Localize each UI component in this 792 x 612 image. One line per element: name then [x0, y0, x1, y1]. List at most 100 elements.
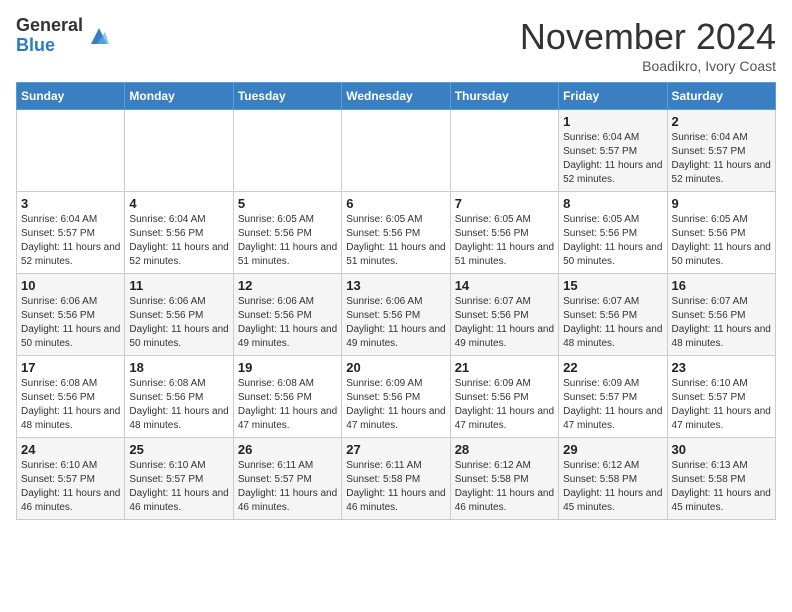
calendar-week-row: 1 Sunrise: 6:04 AM Sunset: 5:57 PM Daylig… — [17, 110, 776, 192]
day-info: Sunrise: 6:04 AM Sunset: 5:56 PM Dayligh… — [129, 213, 228, 269]
calendar-day-cell: 24 Sunrise: 6:10 AM Sunset: 5:57 PM Dayli… — [17, 438, 125, 520]
day-info: Sunrise: 6:12 AM Sunset: 5:58 PM Dayligh… — [455, 459, 554, 515]
day-info: Sunrise: 6:13 AM Sunset: 5:58 PM Dayligh… — [672, 459, 771, 515]
calendar-body: 1 Sunrise: 6:04 AM Sunset: 5:57 PM Daylig… — [17, 110, 776, 520]
day-number: 25 — [129, 442, 228, 457]
calendar-day-cell: 6 Sunrise: 6:05 AM Sunset: 5:56 PM Daylig… — [342, 192, 450, 274]
location-subtitle: Boadikro, Ivory Coast — [520, 58, 776, 74]
calendar-day-cell: 26 Sunrise: 6:11 AM Sunset: 5:57 PM Dayli… — [233, 438, 341, 520]
day-number: 11 — [129, 278, 228, 293]
calendar-day-cell: 18Sunrise: 6:08 AM Sunset: 5:56 PM Dayli… — [125, 356, 233, 438]
day-info: Sunrise: 6:06 AM Sunset: 5:56 PM Dayligh… — [129, 295, 228, 351]
calendar-week-row: 24 Sunrise: 6:10 AM Sunset: 5:57 PM Dayli… — [17, 438, 776, 520]
day-number: 13 — [346, 278, 445, 293]
calendar-header: SundayMondayTuesdayWednesdayThursdayFrid… — [17, 83, 776, 110]
day-number: 3 — [21, 196, 120, 211]
day-number: 15 — [563, 278, 662, 293]
day-number: 2 — [672, 114, 771, 129]
calendar-day-cell: 7Sunrise: 6:05 AM Sunset: 5:56 PM Daylig… — [450, 192, 558, 274]
day-info: Sunrise: 6:11 AM Sunset: 5:57 PM Dayligh… — [238, 459, 337, 515]
calendar-day-cell: 14 Sunrise: 6:07 AM Sunset: 5:56 PM Dayli… — [450, 274, 558, 356]
calendar-day-cell: 12 Sunrise: 6:06 AM Sunset: 5:56 PM Dayli… — [233, 274, 341, 356]
calendar-day-cell: 4 Sunrise: 6:04 AM Sunset: 5:56 PM Daylig… — [125, 192, 233, 274]
calendar-day-cell — [233, 110, 341, 192]
day-number: 9 — [672, 196, 771, 211]
day-number: 22 — [563, 360, 662, 375]
calendar-day-cell — [17, 110, 125, 192]
calendar-week-row: 17Sunrise: 6:08 AM Sunset: 5:56 PM Dayli… — [17, 356, 776, 438]
day-number: 30 — [672, 442, 771, 457]
calendar-day-cell: 23Sunrise: 6:10 AM Sunset: 5:57 PM Dayli… — [667, 356, 775, 438]
day-info: Sunrise: 6:08 AM Sunset: 5:56 PM Dayligh… — [129, 377, 228, 433]
days-of-week-row: SundayMondayTuesdayWednesdayThursdayFrid… — [17, 83, 776, 110]
day-info: Sunrise: 6:10 AM Sunset: 5:57 PM Dayligh… — [129, 459, 228, 515]
day-info: Sunrise: 6:07 AM Sunset: 5:56 PM Dayligh… — [455, 295, 554, 351]
calendar-day-cell: 29 Sunrise: 6:12 AM Sunset: 5:58 PM Dayli… — [559, 438, 667, 520]
day-number: 7 — [455, 196, 554, 211]
day-number: 23 — [672, 360, 771, 375]
day-info: Sunrise: 6:05 AM Sunset: 5:56 PM Dayligh… — [346, 213, 445, 269]
day-info: Sunrise: 6:05 AM Sunset: 5:56 PM Dayligh… — [563, 213, 662, 269]
day-number: 21 — [455, 360, 554, 375]
day-number: 6 — [346, 196, 445, 211]
day-number: 28 — [455, 442, 554, 457]
day-info: Sunrise: 6:04 AM Sunset: 5:57 PM Dayligh… — [21, 213, 120, 269]
day-info: Sunrise: 6:10 AM Sunset: 5:57 PM Dayligh… — [21, 459, 120, 515]
calendar-day-cell: 11 Sunrise: 6:06 AM Sunset: 5:56 PM Dayli… — [125, 274, 233, 356]
day-number: 1 — [563, 114, 662, 129]
day-info: Sunrise: 6:07 AM Sunset: 5:56 PM Dayligh… — [563, 295, 662, 351]
logo-general: General — [16, 16, 83, 36]
calendar-day-cell: 27Sunrise: 6:11 AM Sunset: 5:58 PM Dayli… — [342, 438, 450, 520]
calendar-day-cell: 13 Sunrise: 6:06 AM Sunset: 5:56 PM Dayli… — [342, 274, 450, 356]
calendar-day-cell — [342, 110, 450, 192]
day-number: 16 — [672, 278, 771, 293]
calendar-day-cell: 5 Sunrise: 6:05 AM Sunset: 5:56 PM Daylig… — [233, 192, 341, 274]
day-of-week-header: Tuesday — [233, 83, 341, 110]
day-info: Sunrise: 6:08 AM Sunset: 5:56 PM Dayligh… — [21, 377, 120, 433]
day-number: 10 — [21, 278, 120, 293]
day-number: 12 — [238, 278, 337, 293]
calendar-table: SundayMondayTuesdayWednesdayThursdayFrid… — [16, 82, 776, 520]
day-info: Sunrise: 6:05 AM Sunset: 5:56 PM Dayligh… — [238, 213, 337, 269]
day-number: 29 — [563, 442, 662, 457]
day-info: Sunrise: 6:07 AM Sunset: 5:56 PM Dayligh… — [672, 295, 771, 351]
calendar-day-cell: 22 Sunrise: 6:09 AM Sunset: 5:57 PM Dayli… — [559, 356, 667, 438]
calendar-day-cell: 20Sunrise: 6:09 AM Sunset: 5:56 PM Dayli… — [342, 356, 450, 438]
calendar-day-cell: 3 Sunrise: 6:04 AM Sunset: 5:57 PM Daylig… — [17, 192, 125, 274]
day-number: 4 — [129, 196, 228, 211]
day-number: 14 — [455, 278, 554, 293]
day-of-week-header: Saturday — [667, 83, 775, 110]
day-number: 26 — [238, 442, 337, 457]
calendar-day-cell: 2 Sunrise: 6:04 AM Sunset: 5:57 PM Daylig… — [667, 110, 775, 192]
title-section: November 2024 Boadikro, Ivory Coast — [520, 16, 776, 74]
calendar-day-cell: 1 Sunrise: 6:04 AM Sunset: 5:57 PM Daylig… — [559, 110, 667, 192]
day-number: 19 — [238, 360, 337, 375]
calendar-day-cell: 10 Sunrise: 6:06 AM Sunset: 5:56 PM Dayli… — [17, 274, 125, 356]
day-info: Sunrise: 6:09 AM Sunset: 5:57 PM Dayligh… — [563, 377, 662, 433]
calendar-day-cell: 9Sunrise: 6:05 AM Sunset: 5:56 PM Daylig… — [667, 192, 775, 274]
day-info: Sunrise: 6:12 AM Sunset: 5:58 PM Dayligh… — [563, 459, 662, 515]
page-header: General Blue November 2024 Boadikro, Ivo… — [16, 16, 776, 74]
day-info: Sunrise: 6:09 AM Sunset: 5:56 PM Dayligh… — [455, 377, 554, 433]
month-title: November 2024 — [520, 16, 776, 58]
day-of-week-header: Friday — [559, 83, 667, 110]
calendar-day-cell: 28 Sunrise: 6:12 AM Sunset: 5:58 PM Dayli… — [450, 438, 558, 520]
day-number: 5 — [238, 196, 337, 211]
day-number: 8 — [563, 196, 662, 211]
day-info: Sunrise: 6:04 AM Sunset: 5:57 PM Dayligh… — [563, 131, 662, 187]
calendar-day-cell: 25 Sunrise: 6:10 AM Sunset: 5:57 PM Dayli… — [125, 438, 233, 520]
day-info: Sunrise: 6:09 AM Sunset: 5:56 PM Dayligh… — [346, 377, 445, 433]
calendar-day-cell: 19Sunrise: 6:08 AM Sunset: 5:56 PM Dayli… — [233, 356, 341, 438]
calendar-day-cell — [125, 110, 233, 192]
day-info: Sunrise: 6:06 AM Sunset: 5:56 PM Dayligh… — [238, 295, 337, 351]
day-info: Sunrise: 6:04 AM Sunset: 5:57 PM Dayligh… — [672, 131, 771, 187]
calendar-day-cell: 17Sunrise: 6:08 AM Sunset: 5:56 PM Dayli… — [17, 356, 125, 438]
day-of-week-header: Monday — [125, 83, 233, 110]
day-number: 24 — [21, 442, 120, 457]
day-info: Sunrise: 6:06 AM Sunset: 5:56 PM Dayligh… — [346, 295, 445, 351]
day-of-week-header: Sunday — [17, 83, 125, 110]
logo: General Blue — [16, 16, 111, 56]
calendar-week-row: 3 Sunrise: 6:04 AM Sunset: 5:57 PM Daylig… — [17, 192, 776, 274]
calendar-day-cell — [450, 110, 558, 192]
day-info: Sunrise: 6:06 AM Sunset: 5:56 PM Dayligh… — [21, 295, 120, 351]
